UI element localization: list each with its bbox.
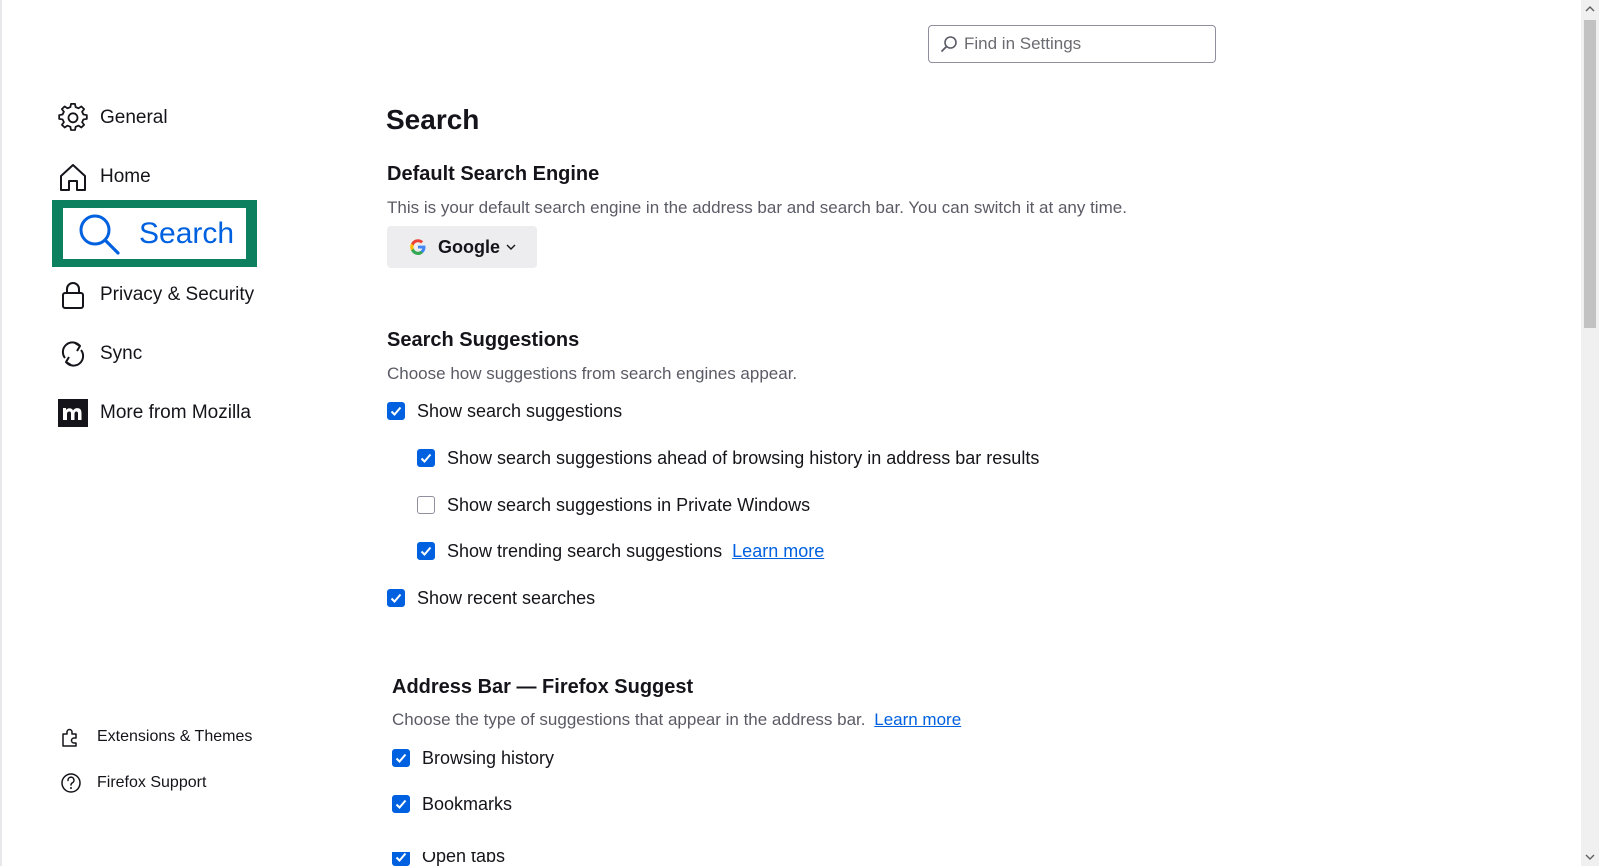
checkbox-label: Browsing history <box>422 747 555 768</box>
sidebar-item-label: Search <box>139 216 235 250</box>
address-bar-heading: Address Bar — Firefox Suggest <box>392 676 694 698</box>
checkbox[interactable] <box>392 852 410 866</box>
help-icon <box>60 772 82 794</box>
address-bar-description: Choose the type of suggestions that appe… <box>392 710 961 730</box>
search-icon <box>77 212 121 256</box>
bookmarks-row[interactable]: Bookmarks <box>392 791 512 817</box>
checkbox-label: Show trending search suggestions <box>447 540 723 561</box>
find-in-settings-field[interactable] <box>928 25 1216 63</box>
sidebar-item-privacy-security[interactable]: Privacy & Security <box>58 275 254 315</box>
window-edge <box>0 0 2 866</box>
learn-more-link[interactable]: Learn more <box>874 710 961 729</box>
chevron-down-icon <box>505 241 517 253</box>
sidebar-item-label: Home <box>100 166 151 187</box>
default-engine-dropdown[interactable]: Google <box>387 226 537 268</box>
checkbox[interactable] <box>417 496 435 514</box>
scroll-up-arrow-icon[interactable] <box>1581 0 1599 18</box>
extensions-themes-label: Extensions & Themes <box>97 728 253 745</box>
firefox-support-link[interactable]: Firefox Support <box>60 768 206 798</box>
checkbox[interactable] <box>417 542 435 560</box>
firefox-support-label: Firefox Support <box>97 774 207 791</box>
checkbox[interactable] <box>387 589 405 607</box>
lock-icon <box>58 280 88 310</box>
learn-more-link[interactable]: Learn more <box>732 541 824 562</box>
checkbox[interactable] <box>417 449 435 467</box>
checkbox[interactable] <box>392 749 410 767</box>
vertical-scrollbar[interactable] <box>1581 0 1599 866</box>
address-bar-description-text: Choose the type of suggestions that appe… <box>392 710 866 729</box>
checkbox-label: Show recent searches <box>417 587 596 608</box>
checkbox[interactable] <box>387 402 405 420</box>
sidebar-item-label: General <box>100 107 168 128</box>
checkbox-label: Show search suggestions in Private Windo… <box>447 494 811 515</box>
show-search-suggestions-row[interactable]: Show search suggestions <box>387 398 622 424</box>
puzzle-icon <box>60 726 82 748</box>
trending-suggestions-row[interactable]: Show trending search suggestions Learn m… <box>417 538 824 564</box>
sidebar-item-label: More from Mozilla <box>100 402 251 423</box>
home-icon <box>58 162 88 192</box>
checkbox-label: Show search suggestions ahead of browsin… <box>447 447 1040 468</box>
page-title: Search <box>386 104 480 135</box>
search-icon <box>940 35 958 53</box>
sidebar-item-home[interactable]: Home <box>58 157 151 197</box>
sidebar-item-search-highlight: Search <box>63 208 246 259</box>
sync-icon <box>58 339 88 369</box>
default-search-engine-description: This is your default search engine in th… <box>387 198 1127 217</box>
scrollbar-thumb[interactable] <box>1584 20 1596 328</box>
default-search-engine-heading: Default Search Engine <box>387 163 600 185</box>
extensions-themes-link[interactable]: Extensions & Themes <box>60 722 252 752</box>
checkbox[interactable] <box>392 795 410 813</box>
sidebar-item-sync[interactable]: Sync <box>58 334 142 374</box>
suggestions-private-windows-row[interactable]: Show search suggestions in Private Windo… <box>417 492 810 518</box>
suggestions-ahead-of-history-row[interactable]: Show search suggestions ahead of browsin… <box>417 445 1039 471</box>
find-in-settings-input[interactable] <box>964 34 1204 54</box>
search-suggestions-description: Choose how suggestions from search engin… <box>387 364 798 383</box>
checkbox-label: Bookmarks <box>422 793 513 814</box>
default-engine-label: Google <box>438 236 500 257</box>
gear-icon <box>58 103 88 133</box>
search-suggestions-heading: Search Suggestions <box>387 329 580 351</box>
sidebar-item-search[interactable]: Search <box>52 200 257 267</box>
settings-page: General Home Search Privac <box>0 0 1599 866</box>
mozilla-logo-icon <box>58 398 88 428</box>
scroll-down-arrow-icon[interactable] <box>1581 848 1599 866</box>
sidebar-item-label: Sync <box>100 343 143 364</box>
open-tabs-row[interactable]: Open tabs <box>392 852 505 866</box>
checkbox-label: Show search suggestions <box>417 400 623 421</box>
sidebar-item-more-from-mozilla[interactable]: More from Mozilla <box>58 393 251 433</box>
google-logo-icon <box>409 238 427 256</box>
checkbox-label: Open tabs <box>422 852 506 866</box>
show-recent-searches-row[interactable]: Show recent searches <box>387 585 595 611</box>
sidebar-item-general[interactable]: General <box>58 98 168 138</box>
browsing-history-row[interactable]: Browsing history <box>392 745 554 771</box>
sidebar-item-label: Privacy & Security <box>100 284 255 305</box>
